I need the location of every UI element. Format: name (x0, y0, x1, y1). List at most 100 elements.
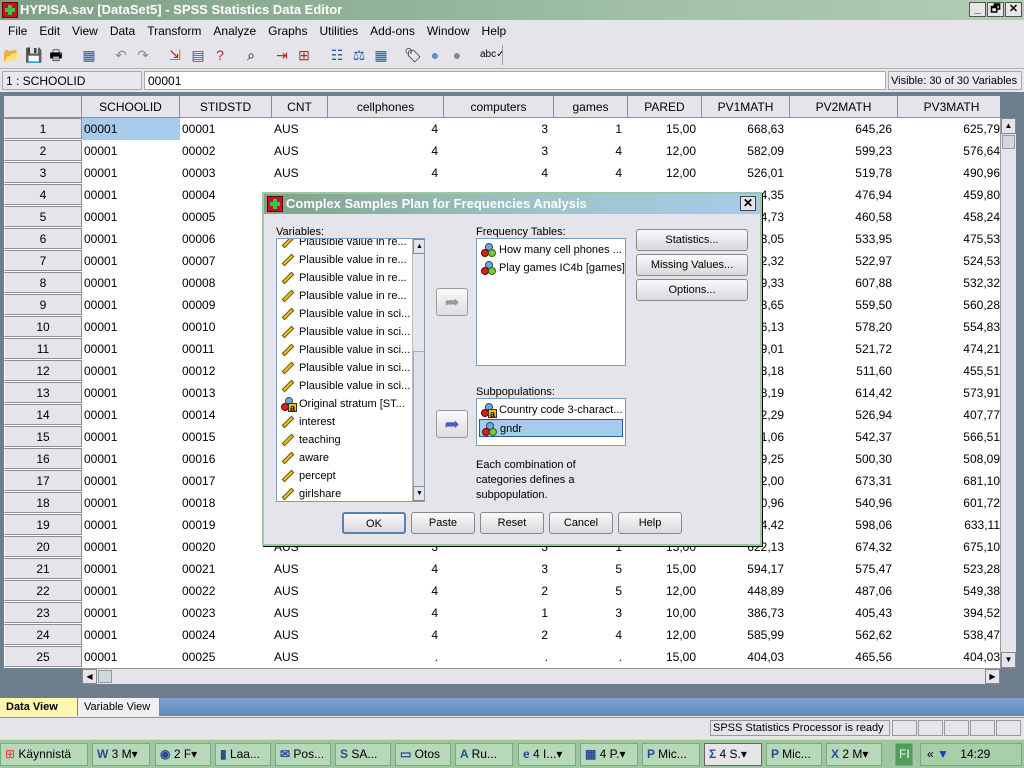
row-header[interactable]: 10 (4, 316, 82, 337)
table-cell[interactable]: 538,47 (898, 624, 1000, 646)
table-cell[interactable]: 00001 (82, 360, 180, 382)
scroll-left-icon[interactable]: ◀ (82, 669, 97, 684)
table-cell[interactable]: 490,96 (898, 162, 1000, 184)
table-cell[interactable]: 508,09 (898, 448, 1000, 470)
table-cell[interactable]: 00001 (82, 448, 180, 470)
taskbar-button[interactable]: Σ 4 S.▾ (704, 743, 762, 766)
list-item[interactable]: How many cell phones ... (479, 241, 623, 259)
row-header[interactable]: 15 (4, 426, 82, 447)
table-cell[interactable]: 405,43 (790, 602, 898, 624)
table-cell[interactable]: AUS (272, 140, 328, 162)
scroll-down-icon[interactable]: ▼ (1001, 652, 1016, 668)
insert-cases-icon[interactable]: ⇥ (273, 46, 291, 64)
table-cell[interactable]: 526,01 (702, 162, 790, 184)
close-button[interactable]: ✕ (1005, 2, 1022, 17)
split-file-icon[interactable]: ☷ (328, 46, 346, 64)
undo-icon[interactable]: ↶ (112, 46, 130, 64)
column-header-cellphones[interactable]: cellphones (328, 96, 444, 118)
table-cell[interactable]: 12,00 (628, 580, 702, 602)
table-cell[interactable]: 3 (554, 602, 628, 624)
table-cell[interactable]: 00001 (82, 646, 180, 668)
menu-help[interactable]: Help (476, 24, 513, 38)
find-icon[interactable]: ⌕ (242, 46, 260, 64)
row-header[interactable]: 8 (4, 272, 82, 293)
table-cell[interactable]: 3 (444, 558, 554, 580)
table-cell[interactable]: 15,00 (628, 118, 702, 140)
table-cell[interactable]: 00012 (180, 360, 272, 382)
table-cell[interactable]: 645,26 (790, 118, 898, 140)
table-cell[interactable]: 00002 (180, 140, 272, 162)
table-cell[interactable]: 562,62 (790, 624, 898, 646)
maximize-button[interactable]: 🗗 (987, 2, 1004, 17)
table-cell[interactable]: 00001 (82, 580, 180, 602)
table-cell[interactable]: 00025 (180, 646, 272, 668)
row-header[interactable]: 7 (4, 250, 82, 271)
table-cell[interactable]: 00001 (82, 404, 180, 426)
table-cell[interactable]: 476,94 (790, 184, 898, 206)
taskbar-button[interactable]: P Mic... (766, 743, 822, 766)
frequency-tables-list[interactable]: How many cell phones ... Play games IC4b … (476, 238, 626, 366)
menu-data[interactable]: Data (104, 24, 141, 38)
table-cell[interactable]: 00001 (180, 118, 272, 140)
tray-expand-icon[interactable]: « (927, 747, 934, 761)
row-header[interactable]: 11 (4, 338, 82, 359)
table-cell[interactable]: AUS (272, 646, 328, 668)
scroll-up-icon[interactable]: ▲ (413, 239, 424, 254)
menu-window[interactable]: Window (421, 24, 476, 38)
taskbar-button[interactable]: e 4 I...▾ (518, 743, 576, 766)
variable-list-item[interactable]: Plausible value in sci... (279, 341, 410, 359)
table-cell[interactable]: 12,00 (628, 624, 702, 646)
table-cell[interactable]: 5 (554, 558, 628, 580)
goto-case-icon[interactable]: ⇲ (166, 46, 184, 64)
table-cell[interactable]: 460,58 (790, 206, 898, 228)
table-cell[interactable]: 532,32 (898, 272, 1000, 294)
row-header[interactable]: 17 (4, 470, 82, 491)
table-cell[interactable]: 00009 (180, 294, 272, 316)
table-cell[interactable]: 404,03 (702, 646, 790, 668)
table-cell[interactable]: 607,88 (790, 272, 898, 294)
table-cell[interactable]: 4 (554, 162, 628, 184)
table-cell[interactable]: 521,72 (790, 338, 898, 360)
cancel-button[interactable]: Cancel (549, 512, 613, 534)
table-cell[interactable]: 00001 (82, 602, 180, 624)
row-header[interactable]: 19 (4, 514, 82, 535)
column-header-pv3math[interactable]: PV3MATH (898, 96, 1000, 118)
table-cell[interactable]: 459,80 (898, 184, 1000, 206)
table-cell[interactable]: 681,10 (898, 470, 1000, 492)
table-cell[interactable]: 4 (328, 602, 444, 624)
variable-list-item[interactable]: interest (279, 413, 335, 431)
menu-edit[interactable]: Edit (33, 24, 66, 38)
table-cell[interactable]: 00001 (82, 492, 180, 514)
table-cell[interactable]: 00001 (82, 624, 180, 646)
menu-file[interactable]: File (2, 24, 33, 38)
table-cell[interactable]: 00001 (82, 206, 180, 228)
table-cell[interactable]: 00022 (180, 580, 272, 602)
table-cell[interactable]: AUS (272, 580, 328, 602)
taskbar-button[interactable]: W 3 M▾ (92, 743, 150, 766)
table-cell[interactable]: 00024 (180, 624, 272, 646)
taskbar-button[interactable]: ✉ Pos... (275, 743, 331, 766)
table-cell[interactable]: 523,28 (898, 558, 1000, 580)
table-cell[interactable]: 4 (554, 624, 628, 646)
table-cell[interactable]: 474,21 (898, 338, 1000, 360)
table-cell[interactable]: 00023 (180, 602, 272, 624)
column-header-computers[interactable]: computers (444, 96, 554, 118)
table-cell[interactable]: 00019 (180, 514, 272, 536)
menu-graphs[interactable]: Graphs (262, 24, 313, 38)
variable-list-item[interactable]: Plausible value in sci... (279, 323, 410, 341)
redo-icon[interactable]: ↷ (134, 46, 152, 64)
table-cell[interactable]: 673,31 (790, 470, 898, 492)
table-cell[interactable]: 599,23 (790, 140, 898, 162)
subpopulations-list[interactable]: a Country code 3-charact... gndr (476, 398, 626, 446)
table-cell[interactable]: AUS (272, 118, 328, 140)
table-cell[interactable]: 625,79 (898, 118, 1000, 140)
table-cell[interactable]: 00018 (180, 492, 272, 514)
paste-button[interactable]: Paste (411, 512, 475, 534)
table-cell[interactable]: 00001 (82, 382, 180, 404)
row-header[interactable]: 12 (4, 360, 82, 381)
table-cell[interactable]: 522,97 (790, 250, 898, 272)
value-labels-icon[interactable]: 🏷 (404, 46, 422, 64)
table-cell[interactable]: 465,56 (790, 646, 898, 668)
row-header[interactable]: 18 (4, 492, 82, 513)
table-cell[interactable]: . (554, 646, 628, 668)
